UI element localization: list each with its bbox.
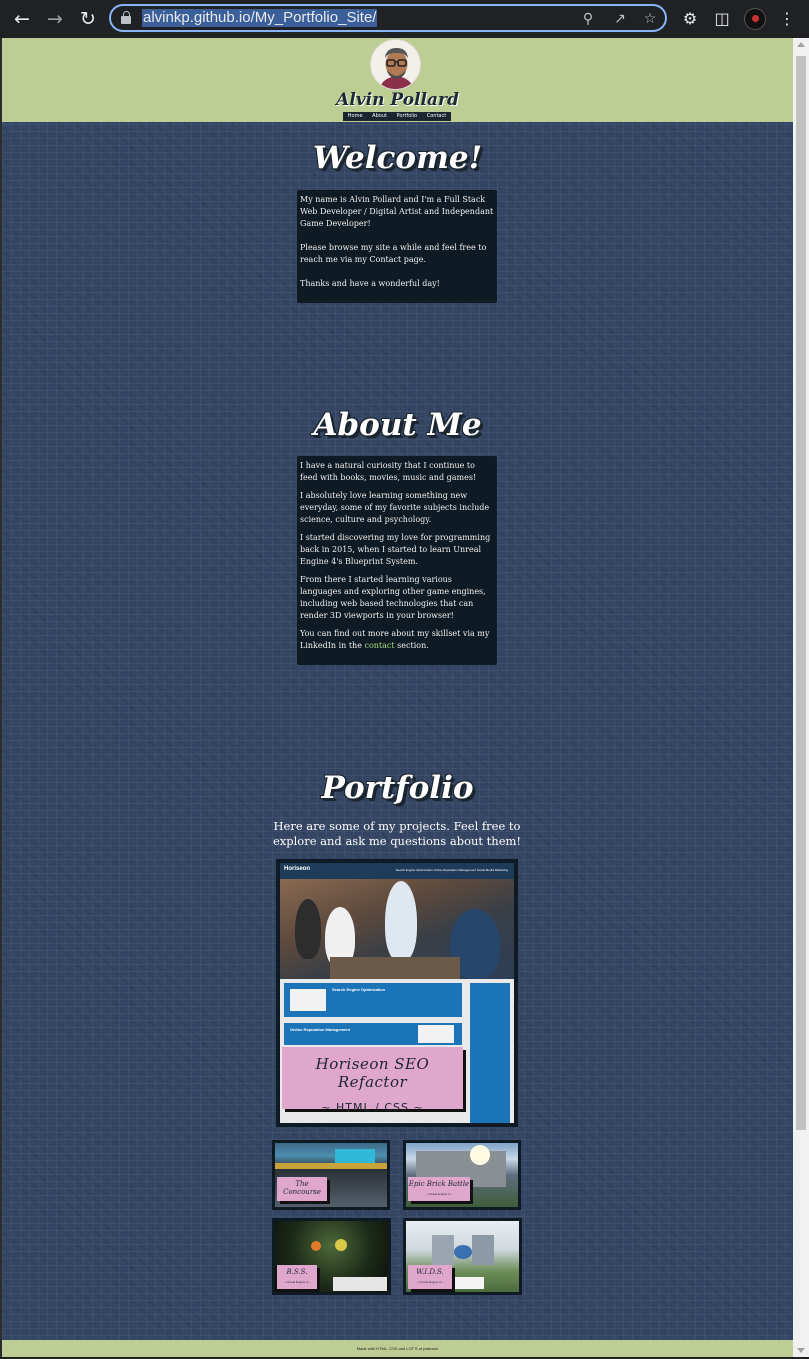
about-paragraph-contact: You can find out more about my skillset … bbox=[300, 628, 494, 652]
welcome-heading: Welcome! bbox=[312, 140, 483, 176]
welcome-paragraph: Please browse my site a while and feel f… bbox=[300, 243, 487, 264]
portfolio-intro: Here are some of my projects. Feel free … bbox=[272, 819, 522, 848]
featured-project-screenshot: Horiseon Search Engine Optimization Onli… bbox=[280, 863, 514, 1123]
main-nav: Home About Portfolio Contact bbox=[343, 112, 451, 121]
project-image: Epic Brick Battle ~ Unreal Engine 4 ~ bbox=[406, 1143, 518, 1207]
project-subtitle: ~ Unreal Engine 4 ~ bbox=[416, 1280, 444, 1284]
about-paragraph: I have a natural curiosity that I contin… bbox=[300, 461, 477, 482]
scroll-up-icon[interactable] bbox=[797, 42, 805, 47]
project-label: Epic Brick Battle ~ Unreal Engine 4 ~ bbox=[408, 1177, 470, 1201]
project-subtitle: ~ Unreal Engine 4 ~ bbox=[288, 1200, 316, 1204]
project-image: The Concourse ~ Unreal Engine 4 ~ bbox=[275, 1143, 387, 1207]
project-image: W.I.D.S. ~ Unreal Engine 4 ~ bbox=[406, 1221, 519, 1292]
forward-arrow-icon[interactable]: → bbox=[43, 7, 67, 31]
project-subtitle: ~ Unreal Engine 4 ~ bbox=[425, 1192, 453, 1196]
shot-sidebar bbox=[470, 983, 510, 1123]
nav-contact[interactable]: Contact bbox=[427, 112, 446, 121]
portfolio-heading: Portfolio bbox=[321, 770, 474, 806]
about-paragraph: From there I started learning various la… bbox=[300, 575, 486, 620]
about-textbox: I have a natural curiosity that I contin… bbox=[297, 456, 497, 665]
about-text: section. bbox=[394, 641, 429, 650]
project-title: B.S.S. bbox=[286, 1268, 308, 1276]
nav-portfolio[interactable]: Portfolio bbox=[397, 112, 418, 121]
footer-text: Made with HTML, CSS and LOT'S of patienc… bbox=[356, 1346, 439, 1351]
project-card-concourse[interactable]: The Concourse ~ Unreal Engine 4 ~ bbox=[272, 1140, 390, 1210]
project-card-wids[interactable]: W.I.D.S. ~ Unreal Engine 4 ~ bbox=[403, 1218, 522, 1295]
browser-toolbar: ← → ↻ alvinkp.github.io/My_Portfolio_Sit… bbox=[0, 0, 809, 38]
share-icon[interactable]: ↗ bbox=[611, 10, 629, 28]
project-subtitle: ~ Unreal Engine 4 ~ bbox=[283, 1280, 311, 1284]
site-title: Alvin Pollard bbox=[336, 90, 459, 110]
project-label: W.I.D.S. ~ Unreal Engine 4 ~ bbox=[408, 1265, 452, 1289]
scroll-down-icon[interactable] bbox=[797, 1348, 805, 1353]
menu-kebab-icon[interactable]: ⋮ bbox=[776, 8, 798, 30]
zoom-icon[interactable]: ⚲ bbox=[579, 10, 597, 28]
shot-brand: Horiseon bbox=[284, 866, 311, 872]
address-bar[interactable]: alvinkp.github.io/My_Portfolio_Site/ ⚲ ↗… bbox=[109, 4, 667, 32]
side-panel-icon[interactable]: ◫ bbox=[711, 8, 733, 30]
project-label: B.S.S. ~ Unreal Engine 4 ~ bbox=[277, 1265, 317, 1289]
site-header: Alvin Pollard Home About Portfolio Conta… bbox=[2, 38, 793, 122]
contact-link[interactable]: contact bbox=[364, 641, 394, 650]
shot-hero-image bbox=[280, 879, 514, 979]
welcome-textbox: My name is Alvin Pollard and I'm a Full … bbox=[297, 190, 497, 303]
project-title: The Concourse bbox=[283, 1180, 321, 1196]
lock-icon bbox=[121, 11, 131, 24]
nav-about[interactable]: About bbox=[372, 112, 387, 121]
back-arrow-icon[interactable]: ← bbox=[10, 7, 34, 31]
featured-project-subtitle: ~ HTML / CSS ~ bbox=[321, 1101, 424, 1114]
extensions-puzzle-icon[interactable]: ⚙ bbox=[679, 8, 701, 30]
project-card-bss[interactable]: B.S.S. ~ Unreal Engine 4 ~ bbox=[272, 1218, 391, 1295]
project-label: The Concourse ~ Unreal Engine 4 ~ bbox=[277, 1177, 327, 1204]
site-footer: Made with HTML, CSS and LOT'S of patienc… bbox=[2, 1340, 793, 1357]
welcome-paragraph: Thanks and have a wonderful day! bbox=[300, 279, 440, 288]
featured-project-title: Horiseon SEO Refactor bbox=[315, 1055, 430, 1091]
about-heading: About Me bbox=[313, 407, 482, 443]
url-text[interactable]: alvinkp.github.io/My_Portfolio_Site/ bbox=[142, 9, 378, 27]
featured-project-card[interactable]: Horiseon Search Engine Optimization Onli… bbox=[276, 859, 518, 1127]
project-image: B.S.S. ~ Unreal Engine 4 ~ bbox=[275, 1221, 388, 1292]
reload-icon[interactable]: ↻ bbox=[76, 7, 100, 31]
featured-project-label: Horiseon SEO Refactor ~ HTML / CSS ~ bbox=[282, 1047, 463, 1114]
avatar bbox=[370, 39, 421, 90]
shot-section-orm: Online Reputation Management bbox=[284, 1023, 462, 1045]
project-title: W.I.D.S. bbox=[416, 1268, 444, 1276]
about-paragraph: I absolutely love learning something new… bbox=[300, 491, 490, 524]
welcome-paragraph: My name is Alvin Pollard and I'm a Full … bbox=[300, 195, 494, 228]
profile-avatar-icon[interactable] bbox=[744, 8, 766, 30]
shot-section-seo: Search Engine Optimization bbox=[284, 983, 462, 1017]
scrollbar-thumb[interactable] bbox=[796, 56, 806, 1130]
project-title: Epic Brick Battle bbox=[408, 1180, 470, 1188]
project-card-epic-brick-battle[interactable]: Epic Brick Battle ~ Unreal Engine 4 ~ bbox=[403, 1140, 521, 1210]
nav-home[interactable]: Home bbox=[348, 112, 363, 121]
shot-nav: Search Engine Optimization Online Reputa… bbox=[395, 868, 508, 872]
bookmark-star-icon[interactable]: ☆ bbox=[641, 10, 659, 28]
about-paragraph: I started discovering my love for progra… bbox=[300, 533, 491, 566]
page-scrollbar[interactable] bbox=[793, 38, 809, 1359]
page-viewport: Alvin Pollard Home About Portfolio Conta… bbox=[2, 38, 793, 1357]
